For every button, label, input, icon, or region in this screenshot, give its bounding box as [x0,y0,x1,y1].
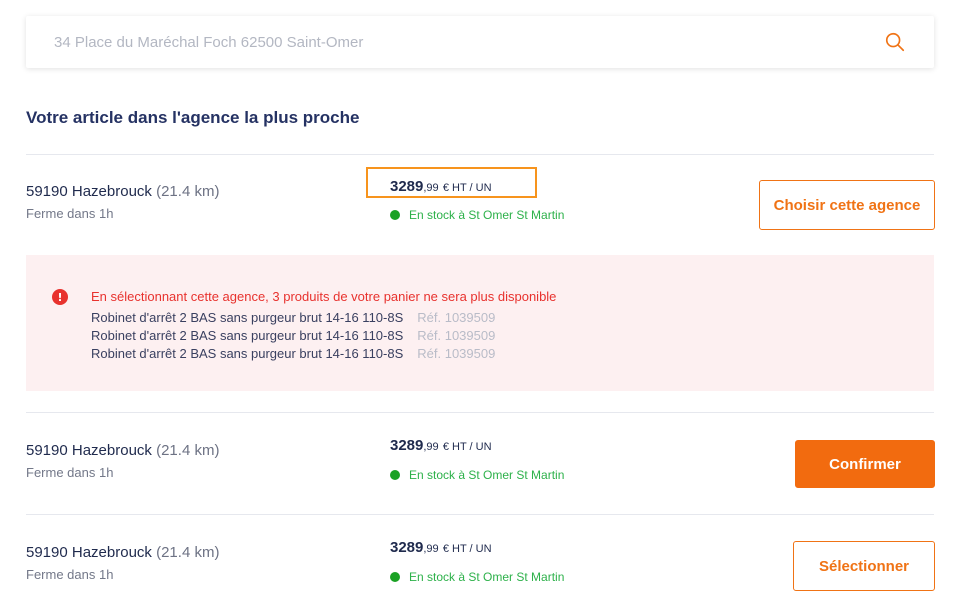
divider [26,154,934,155]
price: 3289,99 € HT / UN [390,539,492,556]
agency-hours: Ferme dans 1h [26,567,114,582]
agency-row: 59190 Hazebrouck (21.4 km) Ferme dans 1h… [26,167,935,250]
agency-distance: (21.4 km) [156,183,220,200]
select-button[interactable]: Sélectionner [793,541,935,591]
stock-label: En stock à St Omer St Martin [409,208,565,222]
stock-status: En stock à St Omer St Martin [390,468,564,482]
agency-city: 59190 Hazebrouck [26,544,152,561]
price-cents: ,99 [423,543,439,555]
price: 3289,99 € HT / UN [390,437,492,454]
price-unit: € HT / UN [442,182,492,194]
confirm-button[interactable]: Confirmer [795,440,935,488]
agency-name: 59190 Hazebrouck (21.4 km) [26,183,219,200]
price-unit: € HT / UN [442,441,492,453]
agency-row: 59190 Hazebrouck (21.4 km) Ferme dans 1h… [26,428,935,508]
product-name: Robinet d'arrêt 2 BAS sans purgeur brut … [91,346,404,361]
warning-title: En sélectionnant cette agence, 3 produit… [91,289,557,304]
stock-status: En stock à St Omer St Martin [390,570,564,584]
unavailable-products-warning: ! En sélectionnant cette agence, 3 produ… [26,255,934,391]
product-name: Robinet d'arrêt 2 BAS sans purgeur brut … [91,328,404,343]
address-search-bar [26,16,934,68]
product-ref: Réf. 1039509 [417,346,496,361]
choose-agency-button[interactable]: Choisir cette agence [759,180,935,230]
divider [26,514,934,515]
section-title: Votre article dans l'agence la plus proc… [26,108,360,127]
warning-product-item: Robinet d'arrêt 2 BAS sans purgeur brut … [91,310,495,325]
stock-status: En stock à St Omer St Martin [390,208,564,222]
agency-city: 59190 Hazebrouck [26,183,152,200]
price-main: 3289 [390,539,424,556]
error-icon: ! [52,289,68,305]
agency-distance: (21.4 km) [156,442,220,459]
agency-name: 59190 Hazebrouck (21.4 km) [26,544,219,561]
price-main: 3289 [390,437,424,454]
divider [26,412,934,413]
price-main: 3289 [390,178,424,195]
warning-product-item: Robinet d'arrêt 2 BAS sans purgeur brut … [91,346,495,361]
warning-product-item: Robinet d'arrêt 2 BAS sans purgeur brut … [91,328,495,343]
stock-dot-icon [390,572,400,582]
agency-name: 59190 Hazebrouck (21.4 km) [26,442,219,459]
price-unit: € HT / UN [442,543,492,555]
product-ref: Réf. 1039509 [417,328,496,343]
agency-hours: Ferme dans 1h [26,206,114,221]
price-cents: ,99 [423,182,439,194]
price-cents: ,99 [423,441,439,453]
stock-dot-icon [390,470,400,480]
agency-distance: (21.4 km) [156,544,220,561]
product-ref: Réf. 1039509 [417,310,496,325]
agency-city: 59190 Hazebrouck [26,442,152,459]
agency-hours: Ferme dans 1h [26,465,114,480]
stock-label: En stock à St Omer St Martin [409,570,565,584]
price: 3289,99 € HT / UN [390,178,492,195]
stock-dot-icon [390,210,400,220]
product-name: Robinet d'arrêt 2 BAS sans purgeur brut … [91,310,404,325]
stock-label: En stock à St Omer St Martin [409,468,565,482]
agency-row: 59190 Hazebrouck (21.4 km) Ferme dans 1h… [26,530,935,603]
address-search-input[interactable] [54,33,834,51]
search-icon[interactable] [884,31,906,53]
